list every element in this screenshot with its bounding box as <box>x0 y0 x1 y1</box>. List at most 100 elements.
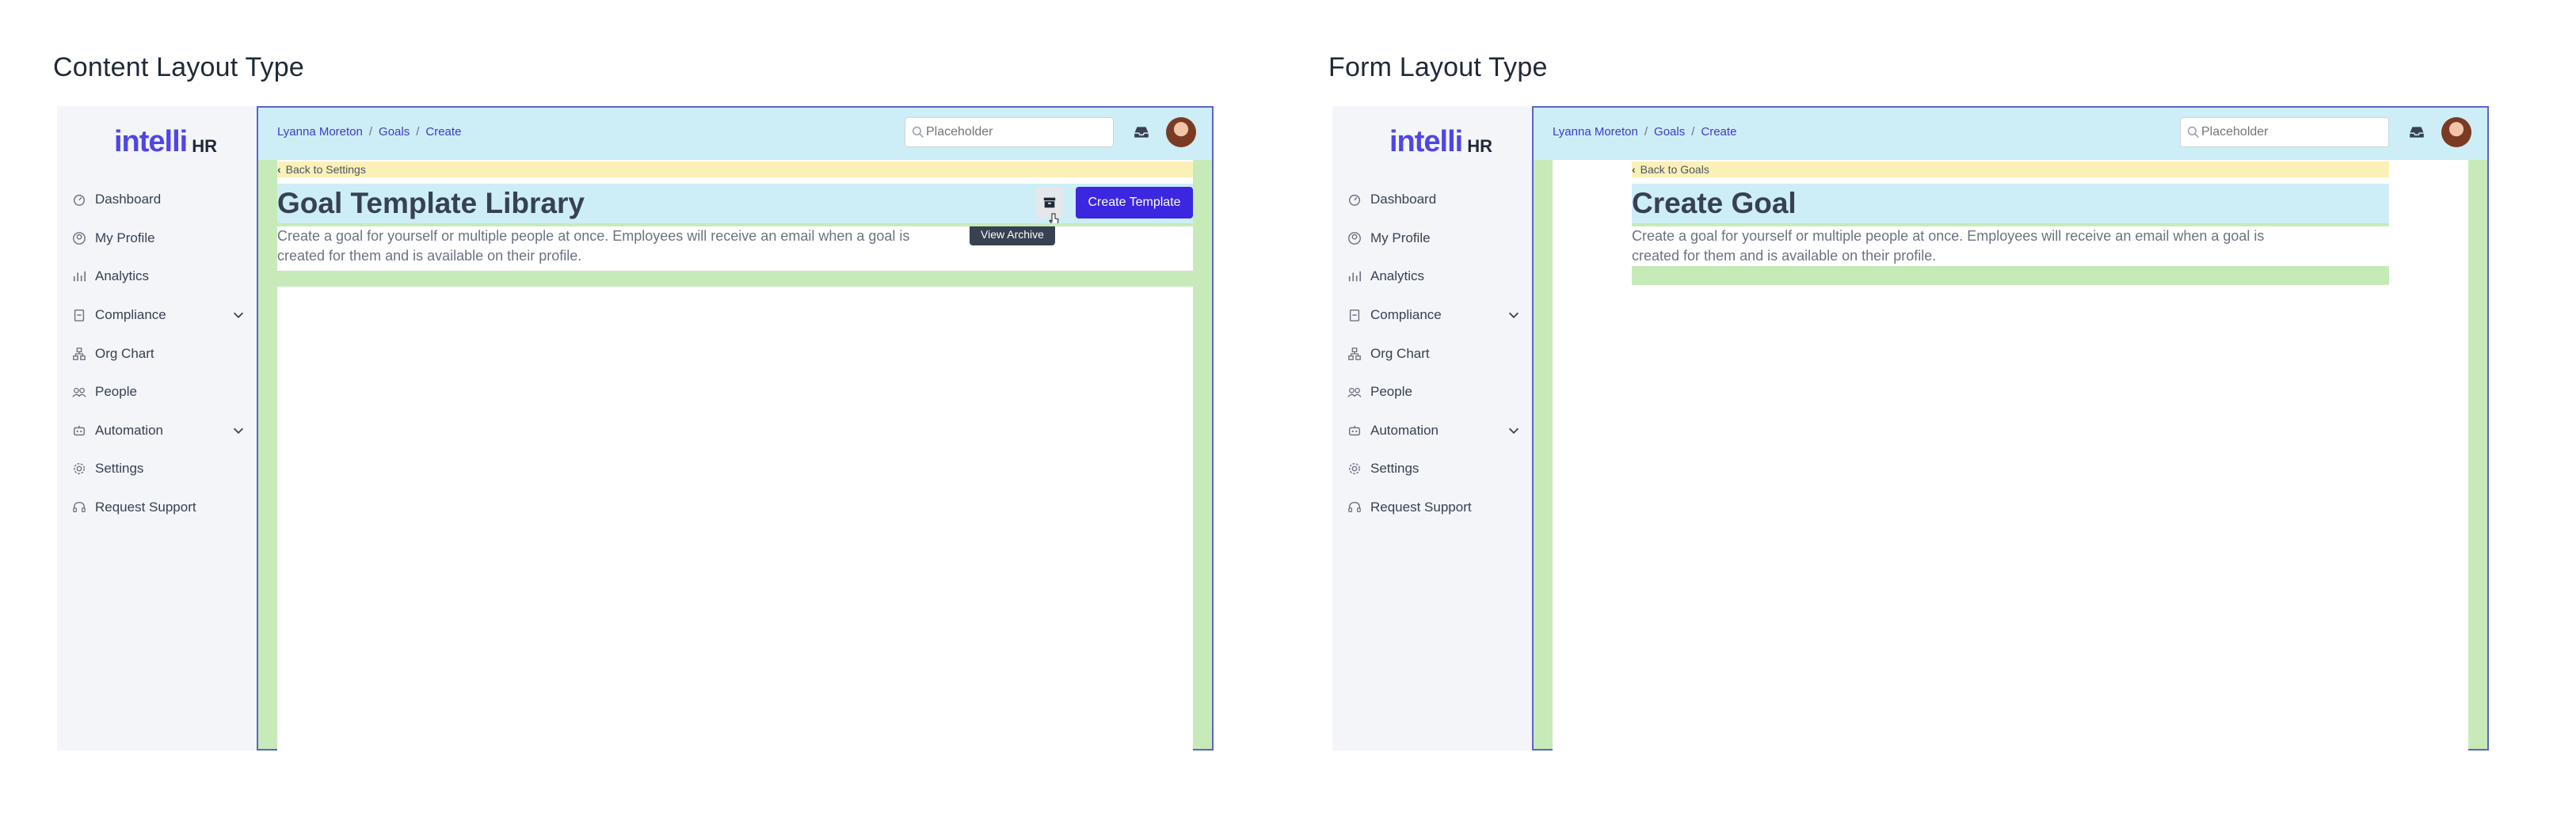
create-template-button[interactable]: Create Template <box>1076 187 1193 218</box>
search-field[interactable] <box>905 117 1114 147</box>
back-link-label: Back to Goals <box>1640 163 1709 176</box>
breadcrumb-item[interactable]: Lyanna Moreton <box>277 125 363 139</box>
app-frame: Lyanna Moreton / Goals / Create ‹ Back t… <box>257 106 1214 752</box>
padding-band <box>1632 266 2389 285</box>
avatar[interactable] <box>2441 117 2471 147</box>
breadcrumb-separator: / <box>368 125 373 139</box>
sidebar-item-analytics[interactable]: Analytics <box>1347 257 1526 296</box>
logo-main: intelli <box>1389 125 1463 158</box>
sidebar-item-label: People <box>95 384 137 400</box>
sidebar-item-label: Dashboard <box>1370 192 1437 207</box>
search-icon <box>2187 126 2199 138</box>
section-title: Form Layout Type <box>1328 52 1548 82</box>
sidebar-item-automation[interactable]: Automation <box>1347 412 1526 450</box>
sidebar-item-automation[interactable]: Automation <box>71 412 250 450</box>
sidebar-item-label: Settings <box>1370 461 1419 477</box>
form-layout-panel: Form Layout Type intelli HR Dashboard My… <box>1275 0 2576 817</box>
search-icon <box>912 126 924 138</box>
sidebar-item-request-support[interactable]: Request Support <box>1347 488 1526 527</box>
logo[interactable]: intelli HR <box>114 127 217 157</box>
logo-sub: HR <box>1467 136 1493 156</box>
padding-band <box>1632 223 2389 226</box>
avatar[interactable] <box>1166 117 1196 147</box>
automation-icon <box>1347 423 1362 439</box>
sidebar-item-label: My Profile <box>1370 230 1431 245</box>
sidebar-item-label: My Profile <box>95 230 155 245</box>
back-link[interactable]: ‹ Back to Settings <box>277 162 1193 177</box>
people-icon <box>71 384 87 400</box>
sidebar-item-compliance[interactable]: Compliance <box>1347 296 1526 335</box>
settings-icon <box>71 461 87 477</box>
breadcrumb-item[interactable]: Goals <box>1654 125 1685 139</box>
automation-icon <box>71 423 87 439</box>
profile-icon <box>71 230 87 246</box>
chevron-left-icon: ‹ <box>277 163 281 176</box>
sidebar-item-people[interactable]: People <box>1347 373 1526 412</box>
sidebar-item-my-profile[interactable]: My Profile <box>71 219 250 258</box>
org-chart-icon <box>71 346 87 362</box>
chevron-down-icon[interactable] <box>1507 424 1521 438</box>
sidebar-item-org-chart[interactable]: Org Chart <box>71 334 250 373</box>
settings-icon <box>1347 461 1362 477</box>
page-header: Create Goal <box>1632 184 2389 223</box>
chevron-down-icon[interactable] <box>231 308 246 322</box>
logo-sub: HR <box>192 136 218 156</box>
sidebar-item-label: People <box>1370 384 1412 400</box>
page-description: Create a goal for yourself or multiple p… <box>277 228 910 264</box>
section-title: Content Layout Type <box>53 52 304 82</box>
sidebar-item-org-chart[interactable]: Org Chart <box>1347 334 1526 373</box>
sidebar-nav: Dashboard My Profile Analytics Complianc… <box>71 180 250 526</box>
content-layout-panel: Content Layout Type intelli HR Dashboard… <box>0 0 1288 817</box>
people-icon <box>1347 384 1362 400</box>
chevron-down-icon[interactable] <box>231 424 246 438</box>
chevron-left-icon: ‹ <box>1632 163 1636 176</box>
breadcrumb-item[interactable]: Goals <box>379 125 410 139</box>
sidebar-item-request-support[interactable]: Request Support <box>71 488 250 527</box>
compliance-icon <box>71 307 87 323</box>
padding-band <box>277 223 1193 226</box>
analytics-icon <box>1347 268 1362 284</box>
sidebar-item-label: Analytics <box>1370 268 1425 284</box>
tooltip: View Archive <box>970 223 1055 245</box>
logo-main: intelli <box>114 125 188 158</box>
sidebar-item-label: Request Support <box>1370 500 1472 515</box>
back-link[interactable]: ‹ Back to Goals <box>1632 162 2389 177</box>
sidebar-item-dashboard[interactable]: Dashboard <box>1347 180 1526 219</box>
sidebar-item-my-profile[interactable]: My Profile <box>1347 219 1526 258</box>
inbox-icon[interactable] <box>1133 124 1150 141</box>
breadcrumb: Lyanna Moreton / Goals / Create <box>277 125 461 139</box>
sidebar-item-settings[interactable]: Settings <box>1347 450 1526 488</box>
back-link-label: Back to Settings <box>285 163 366 176</box>
compliance-icon <box>1347 307 1362 323</box>
search-input[interactable] <box>924 124 1102 140</box>
org-chart-icon <box>1347 346 1362 362</box>
inbox-icon[interactable] <box>2408 124 2425 141</box>
breadcrumb-item[interactable]: Create <box>425 125 461 139</box>
dashboard-icon <box>71 192 87 207</box>
page-title: Create Goal <box>1632 187 1797 219</box>
sidebar-item-compliance[interactable]: Compliance <box>71 296 250 335</box>
sidebar-item-settings[interactable]: Settings <box>71 450 250 488</box>
sidebar-item-dashboard[interactable]: Dashboard <box>71 180 250 219</box>
page-description: Create a goal for yourself or multiple p… <box>1632 228 2265 264</box>
breadcrumb: Lyanna Moreton / Goals / Create <box>1553 125 1736 139</box>
sidebar-item-label: Automation <box>1370 422 1439 438</box>
top-bar: Lyanna Moreton / Goals / Create <box>258 108 1212 160</box>
sidebar-item-people[interactable]: People <box>71 373 250 412</box>
breadcrumb-separator: / <box>416 125 420 139</box>
breadcrumb-item[interactable]: Lyanna Moreton <box>1553 125 1638 139</box>
sidebar-item-label: Request Support <box>95 500 196 515</box>
support-icon <box>1347 500 1362 515</box>
logo[interactable]: intelli HR <box>1389 127 1492 157</box>
search-field[interactable] <box>2180 117 2389 147</box>
sidebar-nav: Dashboard My Profile Analytics Complianc… <box>1347 180 1526 526</box>
support-icon <box>71 500 87 515</box>
sidebar-item-label: Analytics <box>95 268 150 284</box>
chevron-down-icon[interactable] <box>1507 308 1521 322</box>
padding-band <box>277 271 1193 287</box>
breadcrumb-separator: / <box>1691 125 1695 139</box>
search-input[interactable] <box>2200 124 2377 140</box>
sidebar-item-label: Dashboard <box>95 192 162 207</box>
breadcrumb-item[interactable]: Create <box>1701 125 1736 139</box>
sidebar-item-analytics[interactable]: Analytics <box>71 257 250 296</box>
